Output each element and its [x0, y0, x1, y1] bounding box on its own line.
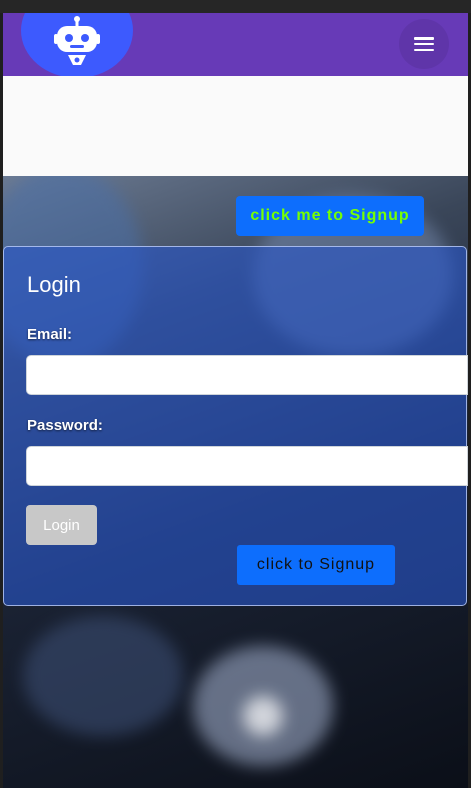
login-title: Login [27, 272, 81, 297]
email-field[interactable] [26, 355, 468, 395]
login-form-card: Login Email: Password: Login click to Si… [3, 246, 468, 606]
email-label: Email: [27, 326, 73, 343]
hamburger-menu-icon [414, 37, 434, 51]
blank-banner [3, 76, 468, 176]
app-frame: click me to Signup Login Email: Password… [3, 13, 468, 788]
top-navbar [3, 13, 468, 78]
login-button[interactable]: Login [26, 505, 97, 545]
password-field[interactable] [26, 446, 468, 486]
browser-top-strip [0, 0, 471, 13]
signup-button-top[interactable]: click me to Signup [236, 196, 424, 236]
password-label: Password: [27, 417, 103, 434]
signup-button-bottom[interactable]: click to Signup [237, 545, 395, 585]
menu-toggle-button[interactable] [399, 19, 449, 69]
robot-icon [54, 16, 100, 65]
